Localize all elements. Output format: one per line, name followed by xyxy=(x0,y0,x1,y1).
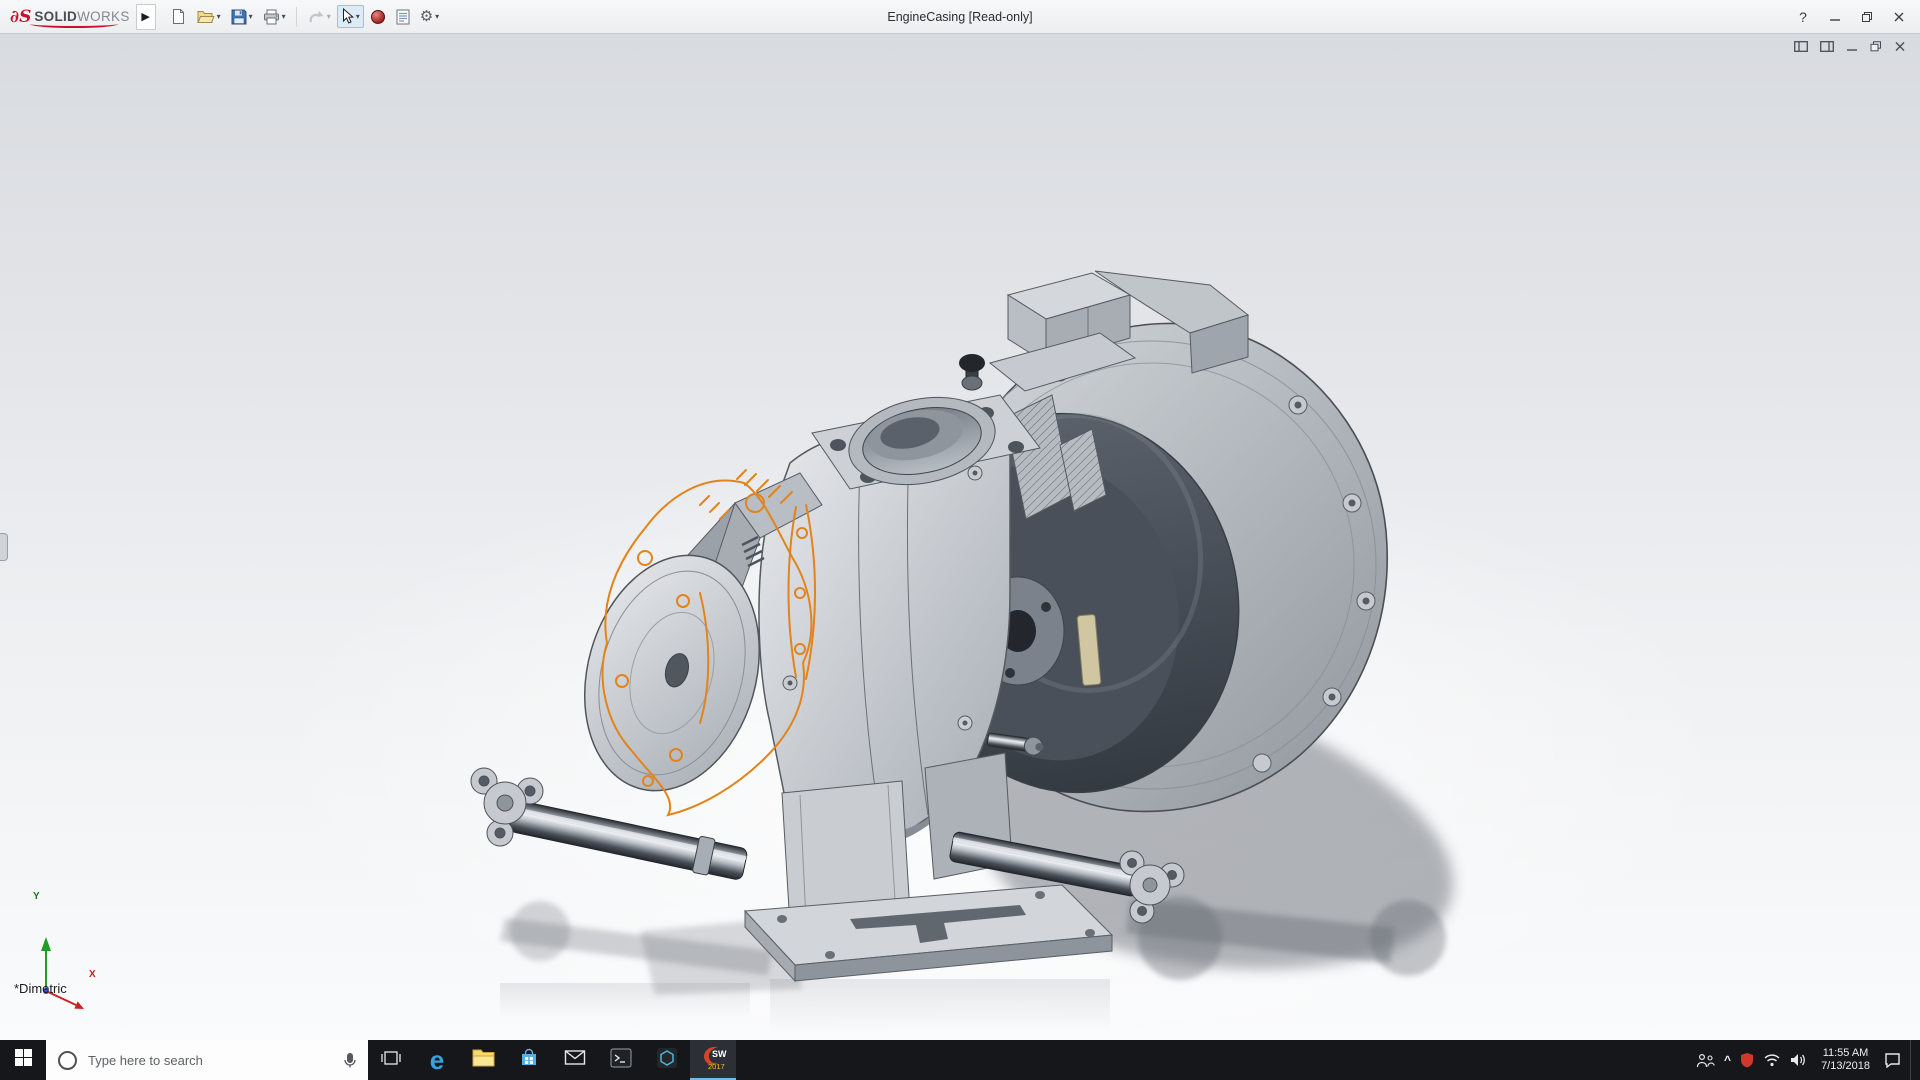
engine-casing-model xyxy=(41,270,1454,1033)
cortana-icon xyxy=(58,1050,77,1070)
svg-text:2017: 2017 xyxy=(708,1062,725,1071)
solidworks-window: ∂S SOLID WORKS ▶ ▾ ▾ ▾ ▾ ▾ ⚙ ▾ EngineCas… xyxy=(0,0,1920,1080)
window-controls: ? xyxy=(1790,5,1920,29)
system-tray: ^ 11:55 AM 7/13/2018 xyxy=(1696,1040,1920,1080)
taskbar-app-solidworks-2017[interactable]: SW 2017 xyxy=(690,1040,736,1080)
dropdown-caret-icon[interactable]: ▾ xyxy=(249,12,253,21)
taskbar-app-file-explorer[interactable] xyxy=(460,1040,506,1080)
store-icon xyxy=(519,1048,539,1073)
search-input[interactable] xyxy=(86,1051,332,1069)
action-center-icon[interactable] xyxy=(1884,1052,1901,1068)
toolbar-separator xyxy=(295,6,297,27)
view-orientation-label: *Dimetric xyxy=(14,981,67,996)
tray-date: 7/13/2018 xyxy=(1821,1060,1870,1072)
new-document-icon xyxy=(170,8,187,25)
taskbar-app-command-prompt[interactable] xyxy=(598,1040,644,1080)
people-icon[interactable] xyxy=(1696,1053,1715,1068)
command-prompt-icon xyxy=(610,1047,632,1074)
open-button[interactable]: ▾ xyxy=(193,6,225,27)
dropdown-caret-icon[interactable]: ▾ xyxy=(435,12,439,21)
taskbar-apps: e SW 2017 xyxy=(368,1040,736,1080)
dropdown-caret-icon[interactable]: ▾ xyxy=(282,12,286,21)
reflection xyxy=(500,979,1110,1033)
pane-icon-1[interactable] xyxy=(1794,41,1808,52)
start-button[interactable] xyxy=(0,1040,46,1080)
open-folder-icon xyxy=(196,9,215,24)
gear-icon: ⚙ xyxy=(419,8,434,25)
restore-button[interactable] xyxy=(1854,5,1880,29)
titlebar: ∂S SOLID WORKS ▶ ▾ ▾ ▾ ▾ ▾ ⚙ ▾ EngineCas… xyxy=(0,0,1920,34)
select-cursor-icon xyxy=(341,8,354,25)
hidden-icons-chevron[interactable]: ^ xyxy=(1724,1053,1731,1067)
file-explorer-icon xyxy=(472,1048,495,1072)
task-view-icon xyxy=(381,1050,401,1070)
document-window-controls xyxy=(1794,41,1906,52)
taskbar-search[interactable] xyxy=(46,1040,368,1080)
dropdown-caret-icon[interactable]: ▾ xyxy=(327,12,331,21)
panel-collapse-handle[interactable] xyxy=(0,533,8,561)
help-button[interactable]: ? xyxy=(1790,5,1816,29)
network-wifi-icon[interactable] xyxy=(1763,1053,1781,1067)
taskbar-clock[interactable]: 11:55 AM 7/13/2018 xyxy=(1816,1047,1875,1073)
brand-swoosh xyxy=(30,20,118,28)
select-tool-button[interactable]: ▾ xyxy=(336,5,364,28)
minimize-button[interactable] xyxy=(1822,5,1848,29)
taskbar-app-store[interactable] xyxy=(506,1040,552,1080)
doc-restore-icon[interactable] xyxy=(1870,41,1882,52)
edrawings-hexagon-icon xyxy=(656,1047,678,1074)
file-properties-icon xyxy=(396,9,410,25)
windows-logo-icon xyxy=(14,1049,32,1071)
close-button[interactable] xyxy=(1886,5,1912,29)
svg-text:SW: SW xyxy=(712,1049,727,1059)
volume-icon[interactable] xyxy=(1790,1053,1807,1067)
show-desktop-button[interactable] xyxy=(1910,1040,1916,1080)
taskbar-app-edrawings[interactable] xyxy=(644,1040,690,1080)
taskbar-app-edge[interactable]: e xyxy=(414,1040,460,1080)
undo-icon xyxy=(307,10,325,24)
triad-x-label: X xyxy=(89,969,96,980)
3d-viewport[interactable]: Y X *Dimetric xyxy=(0,33,1920,1040)
mail-icon xyxy=(564,1049,586,1071)
ds-logo-icon: ∂S xyxy=(10,6,32,27)
microphone-icon[interactable] xyxy=(342,1052,358,1068)
edge-icon: e xyxy=(429,1045,445,1075)
quick-access-toolbar: ▾ ▾ ▾ ▾ ▾ ⚙ ▾ xyxy=(166,5,444,28)
print-icon xyxy=(263,9,280,25)
task-view-button[interactable] xyxy=(368,1040,414,1080)
orientation-triad[interactable] xyxy=(41,937,84,1009)
save-button[interactable]: ▾ xyxy=(227,6,257,28)
tray-time: 11:55 AM xyxy=(1822,1047,1869,1059)
triad-y-label: Y xyxy=(33,891,40,902)
dropdown-caret-icon[interactable]: ▾ xyxy=(356,12,360,21)
menu-flyout-button[interactable]: ▶ xyxy=(135,3,156,30)
new-document-button[interactable] xyxy=(166,5,191,28)
antivirus-shield-icon[interactable] xyxy=(1740,1052,1754,1068)
dropdown-caret-icon[interactable]: ▾ xyxy=(217,12,221,21)
rebuild-icon xyxy=(370,9,386,25)
rebuild-button[interactable] xyxy=(366,6,390,28)
solidworks-logo: ∂S SOLID WORKS xyxy=(0,0,134,33)
windows-taskbar: e SW 2017 ^ xyxy=(0,1040,1920,1080)
print-button[interactable]: ▾ xyxy=(259,6,290,28)
doc-minimize-icon[interactable] xyxy=(1846,41,1858,52)
taskbar-app-mail[interactable] xyxy=(552,1040,598,1080)
doc-close-icon[interactable] xyxy=(1894,41,1906,52)
file-properties-button[interactable] xyxy=(392,6,414,28)
pane-icon-2[interactable] xyxy=(1820,41,1834,52)
options-button[interactable]: ⚙ ▾ xyxy=(416,6,443,27)
save-floppy-icon xyxy=(231,9,247,25)
solidworks-app-icon: SW 2017 xyxy=(699,1044,727,1076)
undo-button[interactable]: ▾ xyxy=(303,7,335,27)
